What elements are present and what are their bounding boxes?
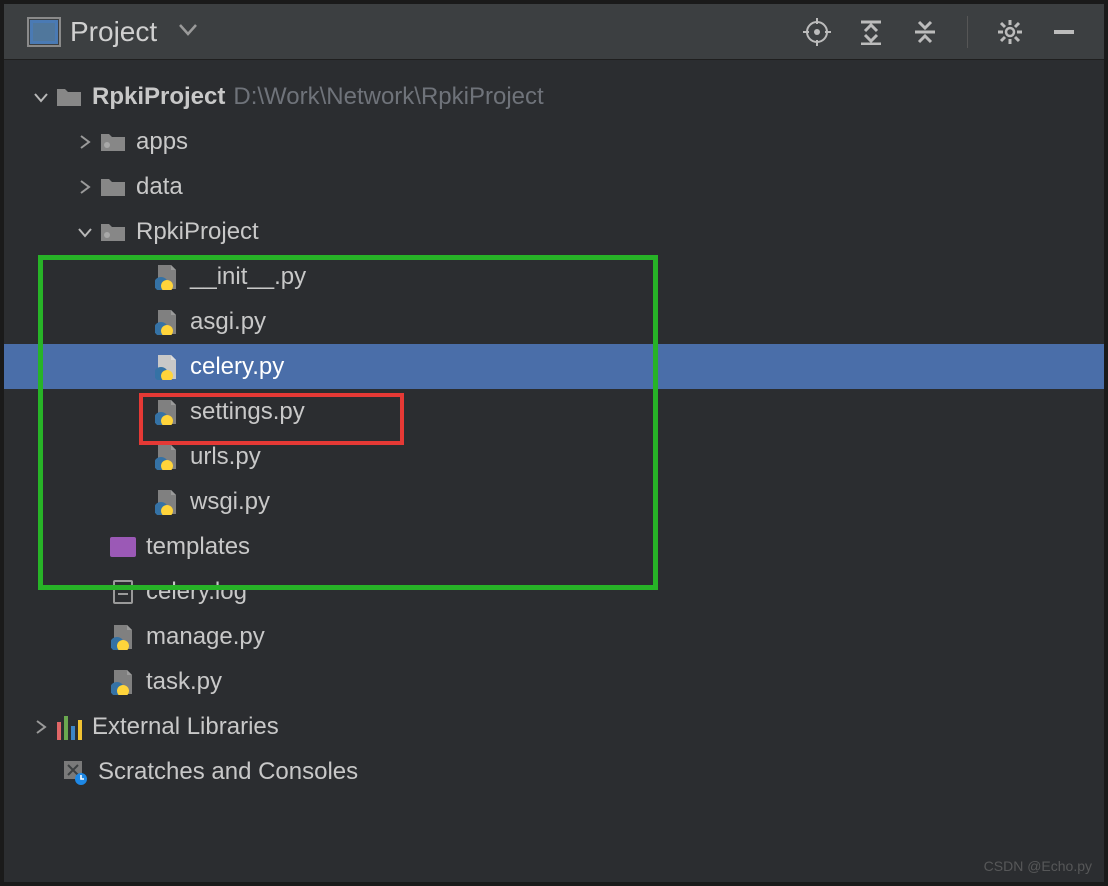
tree-row-scratches[interactable]: Scratches and Consoles — [4, 749, 1104, 794]
python-file-icon — [154, 399, 180, 425]
project-tree: RpkiProject D:\Work\Network\RpkiProject … — [4, 60, 1104, 794]
divider — [967, 16, 968, 48]
wsgi-label: wsgi.py — [190, 488, 270, 516]
python-file-icon — [110, 669, 136, 695]
tree-row-celery[interactable]: celery.py — [4, 344, 1104, 389]
collapse-all-icon[interactable] — [911, 18, 939, 46]
expand-all-icon[interactable] — [857, 18, 885, 46]
tree-row-package[interactable]: RpkiProject — [4, 209, 1104, 254]
locate-icon[interactable] — [803, 18, 831, 46]
python-file-icon — [154, 489, 180, 515]
view-dropdown-icon[interactable] — [179, 23, 197, 41]
tree-row-apps[interactable]: apps — [4, 119, 1104, 164]
templates-label: templates — [146, 533, 250, 561]
text-file-icon — [110, 579, 136, 605]
tree-row-manage[interactable]: manage.py — [4, 614, 1104, 659]
chevron-down-icon[interactable] — [32, 89, 50, 105]
package-label: RpkiProject — [136, 218, 259, 246]
tree-row-urls[interactable]: urls.py — [4, 434, 1104, 479]
header-left: Project — [4, 16, 197, 48]
asgi-label: asgi.py — [190, 308, 266, 336]
folder-icon — [100, 174, 126, 200]
celerylog-label: celery.log — [146, 578, 247, 606]
task-label: task.py — [146, 668, 222, 696]
data-label: data — [136, 173, 183, 201]
apps-label: apps — [136, 128, 188, 156]
python-file-icon — [154, 264, 180, 290]
urls-label: urls.py — [190, 443, 261, 471]
watermark: CSDN @Echo.py — [984, 858, 1092, 874]
settings-label: settings.py — [190, 398, 305, 426]
chevron-right-icon[interactable] — [76, 179, 94, 195]
python-file-icon — [110, 624, 136, 650]
chevron-down-icon[interactable] — [76, 224, 94, 240]
tree-row-templates[interactable]: templates — [4, 524, 1104, 569]
folder-icon — [100, 129, 126, 155]
templates-folder-icon — [110, 534, 136, 560]
tree-row-settings[interactable]: settings.py — [4, 389, 1104, 434]
chevron-right-icon[interactable] — [32, 719, 50, 735]
scratches-label: Scratches and Consoles — [98, 758, 358, 786]
folder-icon — [56, 84, 82, 110]
scratches-icon — [62, 759, 88, 785]
extlibs-label: External Libraries — [92, 713, 279, 741]
python-file-icon — [154, 309, 180, 335]
tree-row-wsgi[interactable]: wsgi.py — [4, 479, 1104, 524]
tree-row-asgi[interactable]: asgi.py — [4, 299, 1104, 344]
project-title: Project — [70, 16, 157, 48]
python-file-icon — [154, 354, 180, 380]
tree-row-data[interactable]: data — [4, 164, 1104, 209]
tree-row-root[interactable]: RpkiProject D:\Work\Network\RpkiProject — [4, 74, 1104, 119]
python-file-icon — [154, 444, 180, 470]
root-folder-label: RpkiProject — [92, 83, 225, 111]
project-pane-icon — [30, 20, 58, 44]
tree-row-task[interactable]: task.py — [4, 659, 1104, 704]
celery-label: celery.py — [190, 353, 284, 381]
gear-icon[interactable] — [996, 18, 1024, 46]
tree-row-celerylog[interactable]: celery.log — [4, 569, 1104, 614]
header-actions — [803, 16, 1104, 48]
chevron-right-icon[interactable] — [76, 134, 94, 150]
tree-row-external-libraries[interactable]: External Libraries — [4, 704, 1104, 749]
folder-icon — [100, 219, 126, 245]
manage-label: manage.py — [146, 623, 265, 651]
project-tool-header: Project — [4, 4, 1104, 60]
init-label: __init__.py — [190, 263, 306, 291]
root-path: D:\Work\Network\RpkiProject — [233, 83, 543, 111]
libraries-icon — [56, 714, 82, 740]
minimize-icon[interactable] — [1050, 18, 1078, 46]
tree-row-init[interactable]: __init__.py — [4, 254, 1104, 299]
